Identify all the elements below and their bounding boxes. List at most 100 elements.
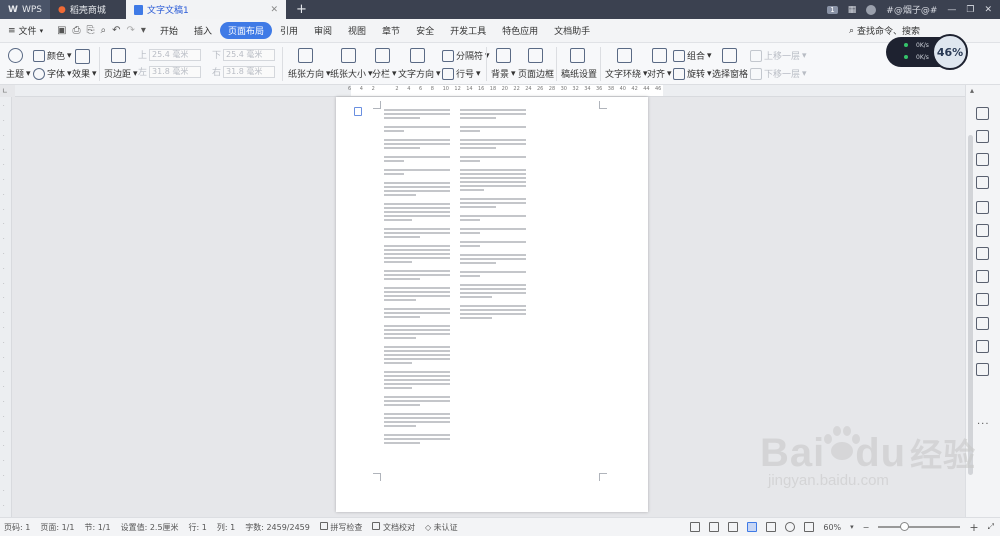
effect-button[interactable]: 效果 ▾ <box>72 67 97 81</box>
adjust-icon[interactable] <box>976 176 989 189</box>
tab-document[interactable]: 文字文稿1 ✕ <box>126 0 286 19</box>
tab-view[interactable]: 视图 <box>340 22 374 39</box>
page-number[interactable]: 页码: 1 <box>4 522 30 533</box>
margin-preview[interactable] <box>111 48 126 63</box>
text-column-2[interactable] <box>460 109 526 326</box>
fit-width-icon[interactable]: ⤢ <box>988 522 994 532</box>
orientation-preview[interactable] <box>298 48 313 63</box>
avatar[interactable] <box>866 4 877 15</box>
star-icon[interactable] <box>976 224 989 237</box>
export-pdf-icon[interactable]: ⎙ <box>73 25 81 36</box>
write-mode-icon[interactable] <box>728 522 739 532</box>
customize-icon[interactable]: ▾ <box>141 25 146 36</box>
selection-pane-button[interactable]: 选择窗格 <box>712 67 748 80</box>
align-preview[interactable] <box>652 48 667 63</box>
text-direction-preview[interactable] <box>410 48 425 63</box>
grid-paper-button[interactable]: 稿纸设置 <box>561 67 597 80</box>
bring-forward-button[interactable]: 上移一层 ▾ <box>750 49 807 62</box>
new-tab-button[interactable]: + <box>286 0 317 19</box>
line-number-button[interactable]: 行号 ▾ <box>442 67 481 80</box>
orientation-button[interactable]: 纸张方向 ▾ <box>288 67 331 81</box>
history-icon[interactable] <box>976 363 989 376</box>
tab-special-apps[interactable]: 特色应用 <box>494 22 546 39</box>
word-count[interactable]: 字数: 2459/2459 <box>245 522 310 533</box>
align-button[interactable]: 对齐 ▾ <box>647 67 672 81</box>
user-name[interactable]: #@烟子@# <box>886 3 937 16</box>
page-border-preview[interactable] <box>528 48 543 63</box>
size-preview[interactable] <box>341 48 356 63</box>
restore-icon[interactable]: ❐ <box>966 5 974 15</box>
command-search[interactable]: ⌕ 查找命令、搜索 <box>849 24 1000 38</box>
paper-size-button[interactable]: 纸张大小 ▾ <box>330 67 373 81</box>
close-window-icon[interactable]: ✕ <box>984 5 992 15</box>
chevron-down-icon[interactable]: ▾ <box>850 523 854 531</box>
background-preview[interactable] <box>496 48 511 63</box>
theme-button[interactable] <box>8 48 23 63</box>
zoom-level[interactable]: 60% <box>823 523 841 532</box>
tab-stop-icon[interactable]: ∟ <box>2 87 8 95</box>
group-button[interactable]: 组合 ▾ <box>673 49 712 62</box>
more-icon[interactable]: ··· <box>977 419 990 430</box>
separator-button[interactable]: 分隔符 ▾ <box>442 49 490 62</box>
top-margin-field[interactable]: 上 25.4 毫米 <box>138 48 202 61</box>
vertical-scrollbar[interactable] <box>968 135 973 475</box>
document-page[interactable] <box>336 97 648 512</box>
zoom-slider[interactable] <box>878 522 961 531</box>
print-icon[interactable]: ⎘ <box>87 25 95 36</box>
network-speed-widget[interactable]: 0K/s 0K/s 46% <box>886 34 968 70</box>
text-wrap-preview[interactable] <box>617 48 632 63</box>
archive-icon[interactable] <box>976 293 989 306</box>
text-column-1[interactable] <box>384 109 450 451</box>
collapse-up-icon[interactable]: ▴ <box>970 86 974 95</box>
shapes-icon[interactable] <box>976 153 989 166</box>
theme-label[interactable]: 主题 ▾ <box>6 67 31 81</box>
menu-grid-icon[interactable]: ▦ <box>848 5 857 15</box>
close-tab-icon[interactable]: ✕ <box>270 5 278 15</box>
text-direction-button[interactable]: 文字方向 ▾ <box>398 67 441 81</box>
horizontal-ruler[interactable]: 6 4 2 2 4 6 8 10 12 14 16 18 20 22 24 26 28 30 32 34 36 38 40 4… <box>15 85 965 97</box>
undo-icon[interactable]: ↶ <box>112 25 120 36</box>
download-icon[interactable] <box>976 340 989 353</box>
margin-button[interactable]: 页边距 ▾ <box>104 67 138 81</box>
minimize-icon[interactable]: — <box>947 5 956 15</box>
tab-wps[interactable]: W WPS <box>0 0 50 19</box>
tab-doc-assistant[interactable]: 文档助手 <box>546 22 598 39</box>
effect-preview[interactable] <box>75 49 90 64</box>
document-icon[interactable] <box>976 201 989 214</box>
tab-page-layout[interactable]: 页面布局 <box>219 22 272 39</box>
tab-insert[interactable]: 插入 <box>186 22 220 39</box>
bottom-margin-field[interactable]: 下 25.4 毫米 <box>212 48 276 61</box>
font-button[interactable]: 字体 ▾ <box>33 67 72 80</box>
file-menu[interactable]: ≡ 文件 ▾ <box>0 24 51 38</box>
columns-preview[interactable] <box>375 48 390 63</box>
page-border-button[interactable]: 页面边框 <box>518 67 554 80</box>
eye-protect-icon[interactable] <box>709 522 720 532</box>
web-view-icon[interactable] <box>785 522 796 532</box>
tab-store[interactable]: ● 稻壳商城 <box>50 0 126 19</box>
text-wrap-button[interactable]: 文字环绕 ▾ <box>605 67 648 81</box>
columns-button[interactable]: 分栏 ▾ <box>372 67 397 81</box>
zoom-slider-knob[interactable] <box>900 522 910 531</box>
rotate-button[interactable]: 旋转 ▾ <box>673 67 712 80</box>
page-view-icon[interactable] <box>747 522 758 532</box>
selection-pane-preview[interactable] <box>722 48 737 63</box>
pen-icon[interactable] <box>976 107 989 120</box>
save-icon[interactable]: ▣ <box>57 25 66 36</box>
proofread-button[interactable]: 文档校对 <box>372 521 415 533</box>
tab-references[interactable]: 引用 <box>272 22 306 39</box>
print-preview-icon[interactable]: ⌕ <box>101 25 107 36</box>
spell-check-button[interactable]: 拼写检查 <box>319 521 362 533</box>
fullscreen-icon[interactable] <box>690 522 701 532</box>
color-button[interactable]: 颜色 ▾ <box>33 49 72 62</box>
send-backward-button[interactable]: 下移一层 ▾ <box>750 67 807 80</box>
cursor-icon[interactable] <box>976 130 989 143</box>
certification-status[interactable]: ◇ 未认证 <box>425 522 458 533</box>
tab-review[interactable]: 审阅 <box>306 22 340 39</box>
redo-icon[interactable]: ↷ <box>127 25 135 36</box>
tab-security[interactable]: 安全 <box>408 22 442 39</box>
right-margin-field[interactable]: 右 31.8 毫米 <box>212 65 276 78</box>
grid-paper-preview[interactable] <box>570 48 585 63</box>
vertical-ruler[interactable]: · · · · · · · · · · · · · · · · · · · · · · · · · · · · <box>0 97 12 517</box>
left-margin-field[interactable]: 左 31.8 毫米 <box>138 65 202 78</box>
tab-home[interactable]: 开始 <box>152 22 186 39</box>
